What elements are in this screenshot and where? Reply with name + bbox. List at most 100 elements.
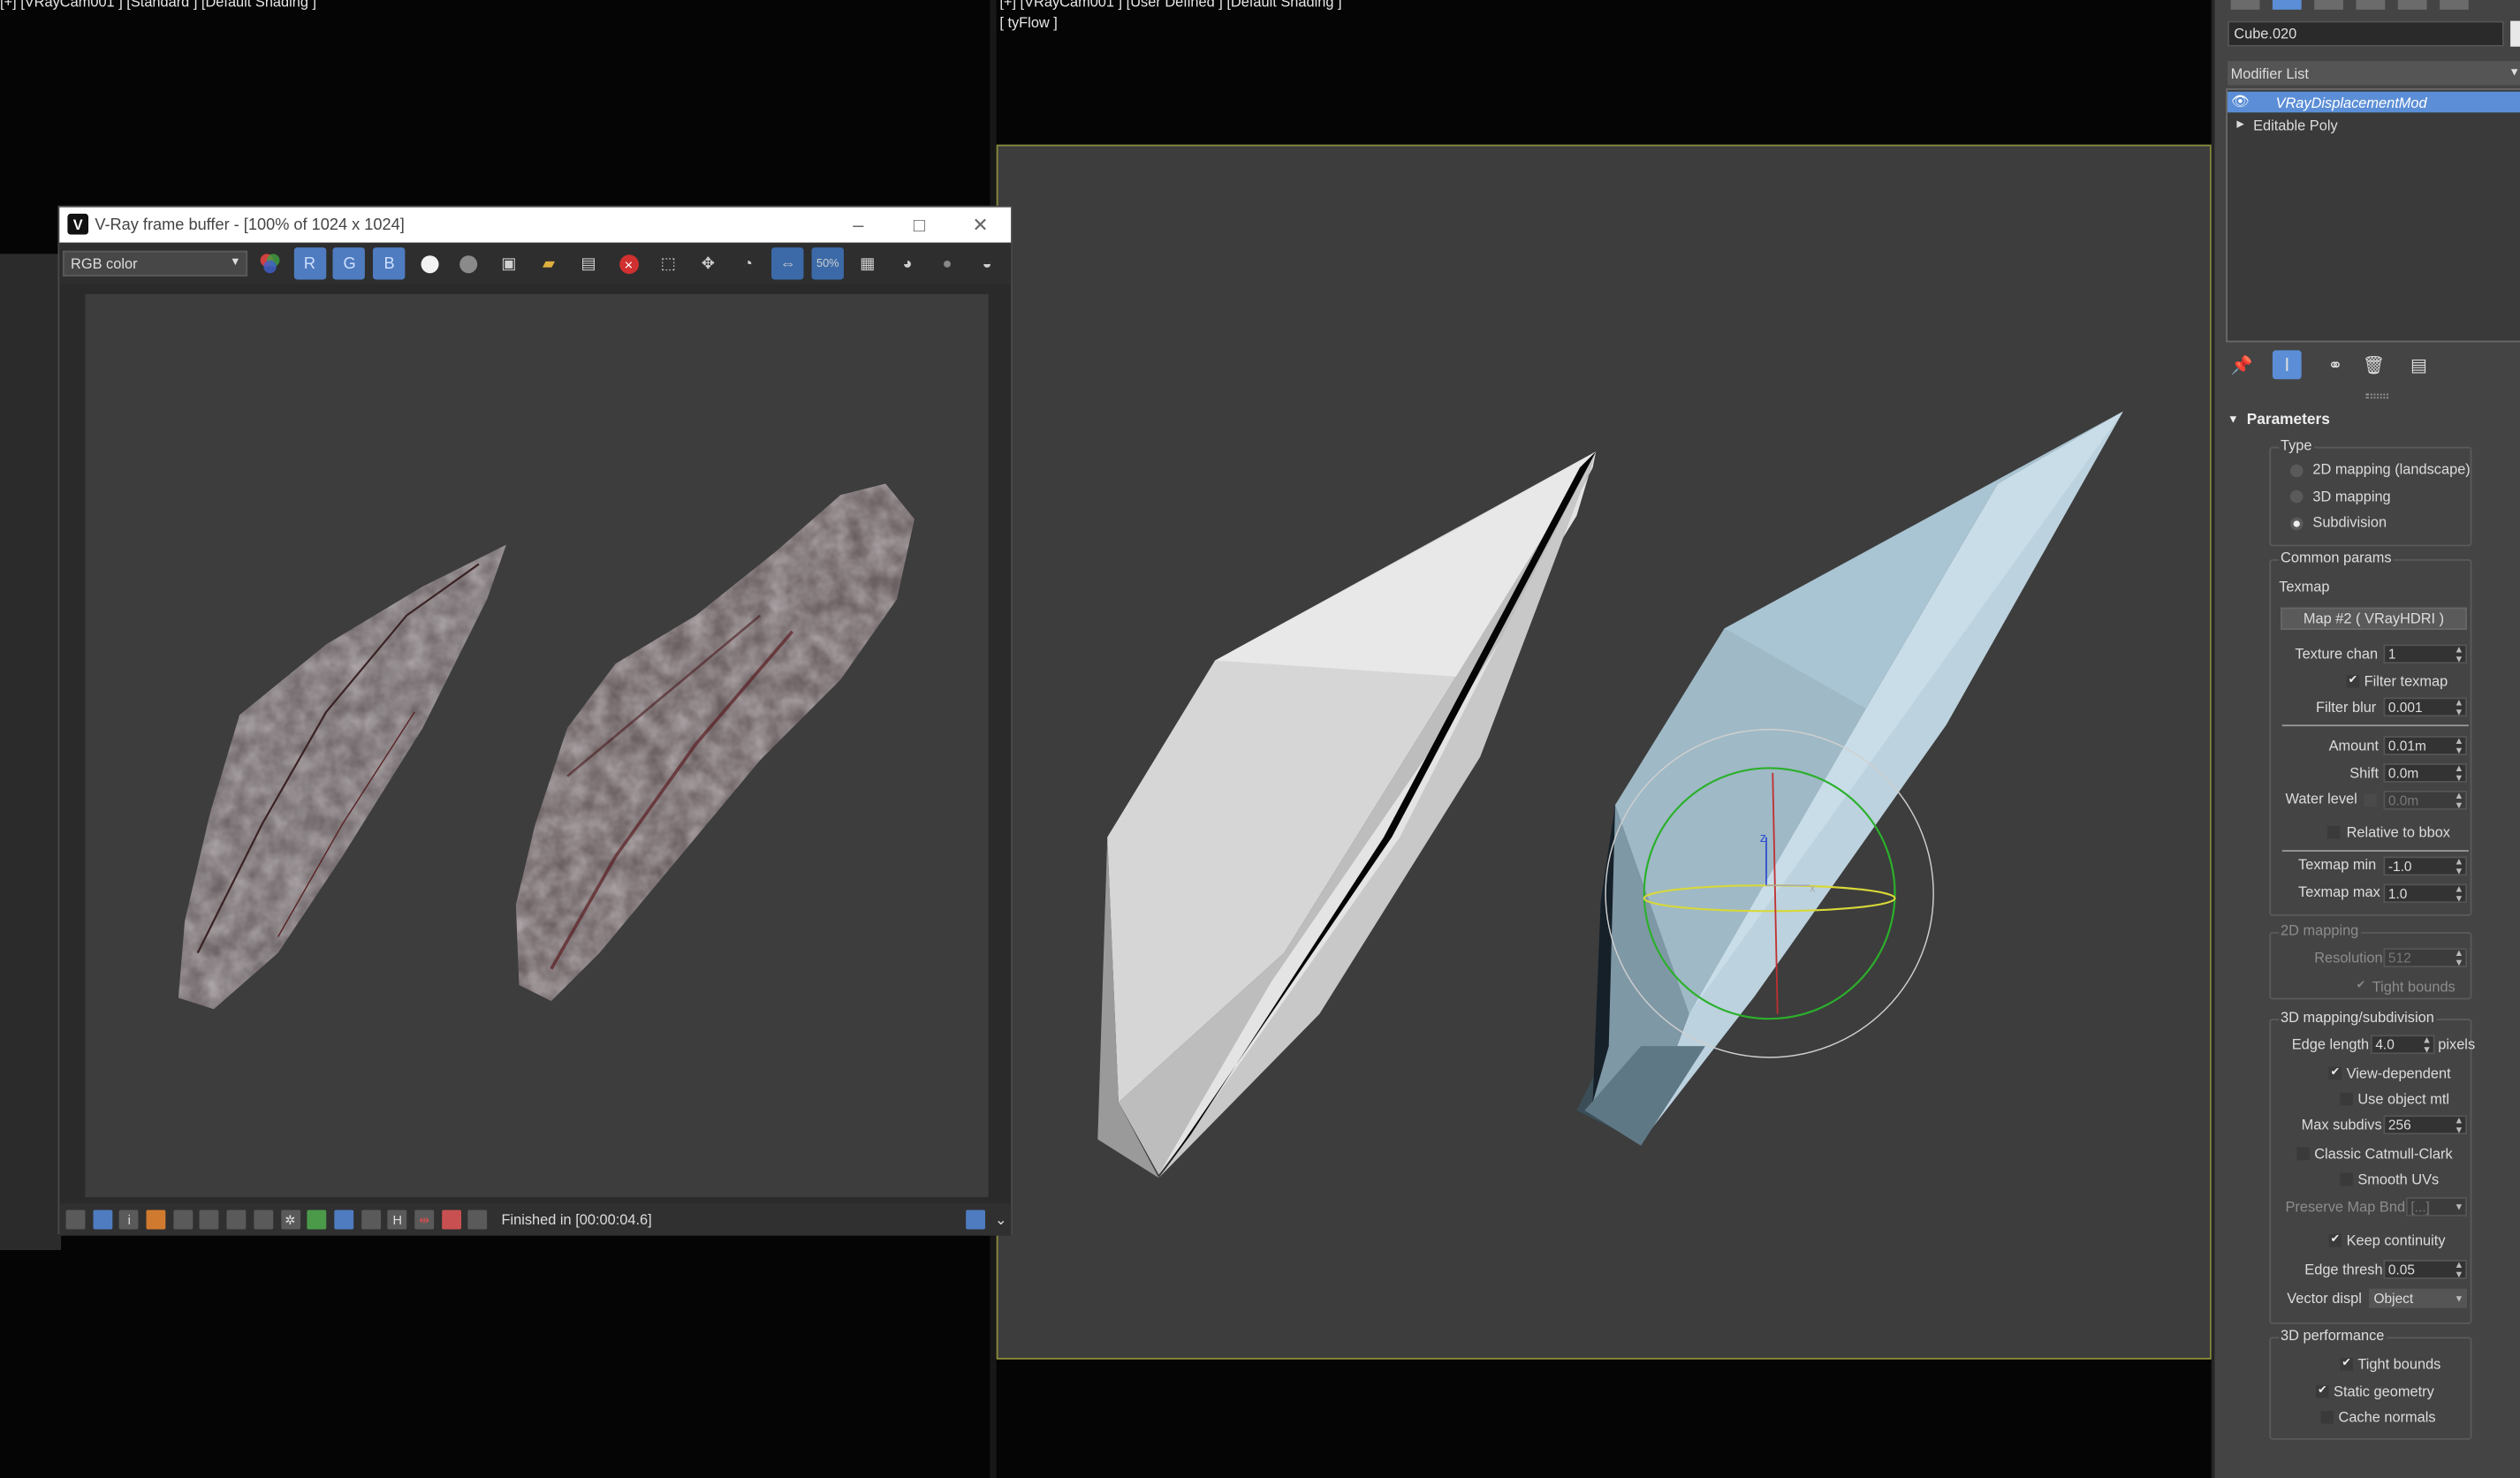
green-channel-button[interactable]: G: [333, 247, 366, 280]
radio-subdivision[interactable]: [2289, 517, 2304, 531]
motion-tab-icon[interactable]: [2356, 0, 2386, 10]
tight-bounds-checkbox[interactable]: ✔: [2340, 1357, 2353, 1371]
hsv-icon[interactable]: H: [387, 1209, 407, 1230]
remove-modifier-icon[interactable]: 🗑: [2359, 351, 2388, 380]
channel-select[interactable]: RGB color ▼: [62, 250, 247, 277]
expand-arrow-icon[interactable]: ▶: [2228, 119, 2253, 130]
texture-chan-spinner[interactable]: 1 ▲ ▼: [2383, 644, 2468, 665]
stack-item-editable-poly[interactable]: ▶ Editable Poly: [2228, 114, 2520, 135]
max-subdivs-spinner[interactable]: 256 ▲ ▼: [2383, 1115, 2468, 1136]
radio-3d-mapping[interactable]: [2289, 489, 2304, 504]
curve-icon[interactable]: [334, 1209, 353, 1230]
lut-icon[interactable]: [307, 1209, 327, 1230]
show-end-result-icon[interactable]: Ⅰ: [2272, 350, 2302, 380]
resolution-spinner[interactable]: 512 ▲ ▼: [2383, 948, 2468, 969]
vector-displ-select[interactable]: Object ▼: [2369, 1288, 2468, 1308]
vfb-toolbar: RGB color ▼ R G B ▣ ▰ ▤ × ⬚ ✥ ◔ ⇔ 50% ▦ ◕…: [59, 242, 1012, 284]
parameters-rollout-header[interactable]: ▼ Parameters: [2228, 408, 2520, 430]
left-viewport-area[interactable]: [0, 254, 62, 1251]
smooth-uvs-checkbox[interactable]: [2340, 1172, 2353, 1186]
display-tab-icon[interactable]: [2397, 0, 2427, 10]
create-tab-icon[interactable]: [2230, 0, 2260, 10]
render-last-icon[interactable]: ◔: [732, 247, 763, 279]
texmap-min-spinner[interactable]: -1.0 ▲ ▼: [2383, 856, 2468, 877]
split-icon[interactable]: [441, 1209, 461, 1230]
modifier-list-dropdown[interactable]: Modifier List ▼: [2227, 61, 2520, 86]
amount-spinner[interactable]: 0.01m ▲ ▼: [2383, 736, 2468, 757]
region-icon[interactable]: ⬚: [652, 247, 684, 279]
make-unique-icon[interactable]: ⚭: [2320, 351, 2349, 380]
render-image[interactable]: [85, 293, 989, 1198]
object-name-field[interactable]: Cube.020: [2227, 20, 2504, 47]
water-level-spinner[interactable]: 0.0m ▲ ▼: [2383, 790, 2468, 812]
compare-icon[interactable]: ⇹: [414, 1209, 434, 1230]
panel-toggle-icon[interactable]: [966, 1209, 985, 1230]
zoom-50-icon[interactable]: 50%: [811, 247, 844, 280]
maximize-button[interactable]: □: [889, 208, 950, 243]
region-render-icon[interactable]: ◕: [892, 247, 923, 279]
clear-icon[interactable]: ▤: [573, 247, 604, 279]
eye-icon[interactable]: 👁: [2228, 93, 2253, 110]
alpha-white-icon[interactable]: [414, 247, 445, 279]
object-color-swatch[interactable]: [2510, 20, 2520, 47]
texmap-max-spinner[interactable]: 1.0 ▲ ▼: [2383, 883, 2468, 905]
pin-stack-icon[interactable]: 📌: [2228, 351, 2257, 380]
cache-normals-checkbox[interactable]: [2320, 1410, 2334, 1424]
blue-channel-button[interactable]: B: [373, 247, 406, 280]
static-geometry-checkbox[interactable]: ✔: [2316, 1384, 2329, 1398]
open-icon[interactable]: ▰: [533, 247, 565, 279]
teapot-icon[interactable]: ◒: [971, 247, 1003, 279]
relative-bbox-checkbox[interactable]: [2326, 825, 2341, 839]
grey-shard-mesh[interactable]: [1097, 451, 1597, 1179]
vray-frame-buffer-window[interactable]: V V-Ray frame buffer - [100% of 1024 x 1…: [57, 205, 1013, 1236]
view-dependent-checkbox[interactable]: ✔: [2328, 1066, 2342, 1080]
exposure-icon[interactable]: [254, 1209, 273, 1230]
red-channel-button[interactable]: R: [293, 247, 326, 280]
edge-thresh-spinner[interactable]: 0.05 ▲ ▼: [2383, 1260, 2468, 1281]
info-icon[interactable]: i: [119, 1209, 140, 1230]
settings-icon[interactable]: ✲: [280, 1209, 300, 1230]
close-button[interactable]: ✕: [950, 208, 1011, 243]
configure-sets-icon[interactable]: ▤: [2404, 351, 2433, 380]
use-object-mtl-checkbox[interactable]: [2340, 1092, 2353, 1106]
shift-spinner[interactable]: 0.0m ▲ ▼: [2383, 762, 2468, 784]
layers-icon[interactable]: [92, 1209, 112, 1230]
hierarchy-tab-icon[interactable]: [2314, 0, 2343, 10]
left-viewport-label[interactable]: [+] [VRayCam001 ] [Standard ] [Default S…: [0, 0, 316, 10]
edge-length-spinner[interactable]: 4.0 ▲ ▼: [2370, 1035, 2435, 1056]
levels-icon[interactable]: [172, 1209, 193, 1230]
water-level-checkbox[interactable]: [2364, 793, 2378, 807]
lens-effects-icon[interactable]: ⇔: [771, 247, 804, 280]
modify-tab-icon[interactable]: [2272, 0, 2302, 10]
mono-icon[interactable]: [453, 247, 485, 279]
histogram-icon[interactable]: [226, 1209, 247, 1230]
vfb-title-bar[interactable]: V V-Ray frame buffer - [100% of 1024 x 1…: [59, 207, 1012, 243]
filter-blur-spinner[interactable]: 0.001 ▲ ▼: [2383, 697, 2468, 718]
texmap-button[interactable]: Map #2 ( VRayHDRI ): [2281, 607, 2468, 631]
color-correction-icon[interactable]: [146, 1209, 166, 1230]
preserve-map-bnd-select[interactable]: [...] ▼: [2405, 1197, 2468, 1217]
stop-icon[interactable]: ×: [612, 247, 644, 279]
radio-2d-mapping[interactable]: [2289, 464, 2304, 478]
filter-texmap-checkbox[interactable]: ✔: [2346, 674, 2360, 688]
expand-icon[interactable]: ⌄: [995, 1211, 1007, 1229]
save-icon[interactable]: ▣: [493, 247, 525, 279]
toggle-panel-icon[interactable]: [65, 1209, 86, 1230]
utilities-tab-icon[interactable]: [2440, 0, 2469, 10]
left-viewport-lower[interactable]: [0, 1250, 991, 1478]
track-mouse-icon[interactable]: ✥: [692, 247, 724, 279]
pixel-info-icon[interactable]: [467, 1209, 488, 1230]
color-picker-icon[interactable]: [254, 247, 285, 279]
minimize-button[interactable]: –: [828, 208, 889, 243]
stack-item-vraydisplacement[interactable]: 👁 VRayDisplacementMod: [2227, 91, 2520, 113]
right-viewport-label[interactable]: [+] [VRayCam001 ] [User Defined ] [Defau…: [999, 0, 1341, 10]
stop-render-icon[interactable]: ●: [931, 247, 963, 279]
curves-icon[interactable]: [200, 1209, 220, 1230]
classic-cc-checkbox[interactable]: [2296, 1147, 2310, 1161]
safe-frame-area[interactable]: z x: [996, 144, 2212, 1360]
display-icon[interactable]: [361, 1209, 381, 1230]
history-icon[interactable]: ▦: [852, 247, 884, 279]
keep-continuity-checkbox[interactable]: ✔: [2328, 1233, 2342, 1247]
resize-grip[interactable]: [2365, 393, 2388, 399]
tight-bounds-2d-checkbox[interactable]: ✔: [2354, 980, 2368, 994]
